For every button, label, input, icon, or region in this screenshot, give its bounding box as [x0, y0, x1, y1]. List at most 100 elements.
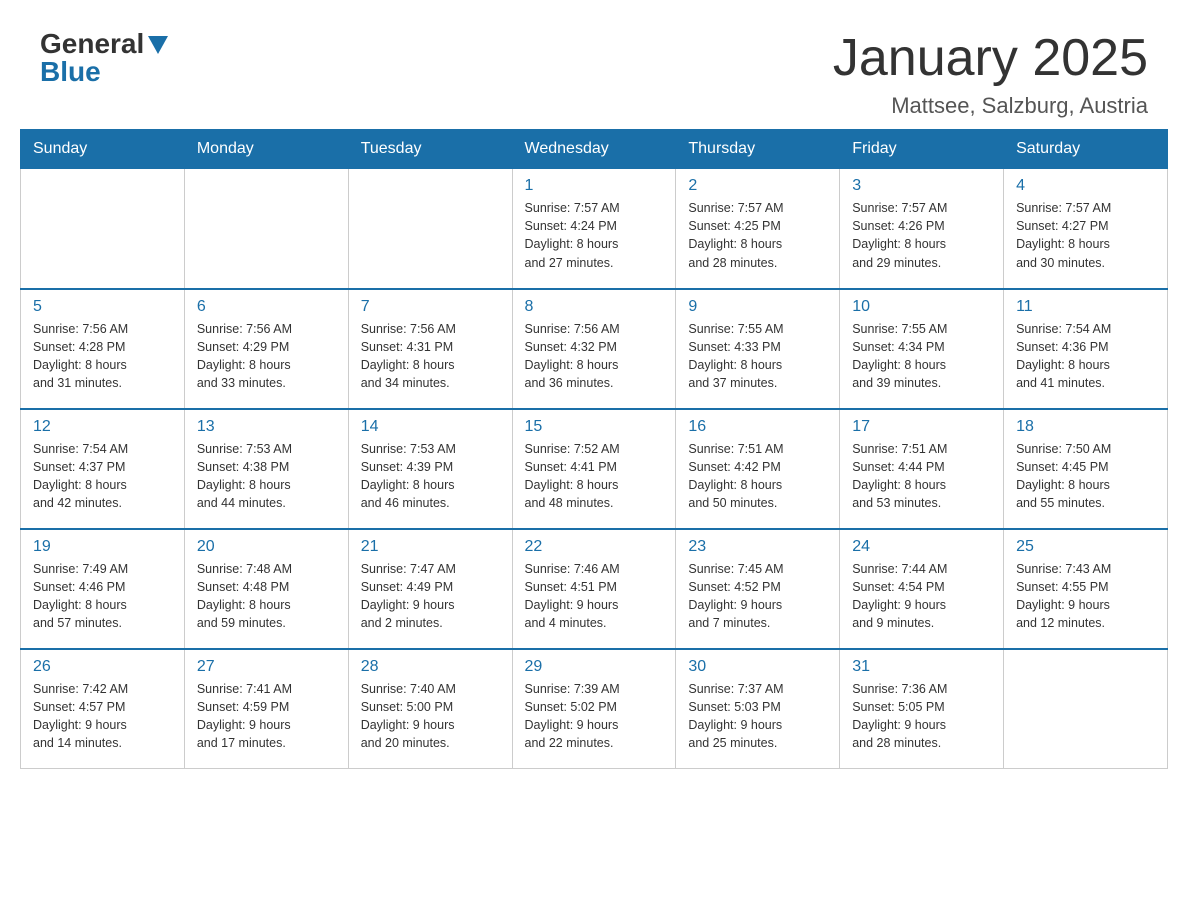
day-number: 19 [33, 538, 172, 556]
day-info: Sunrise: 7:43 AMSunset: 4:55 PMDaylight:… [1016, 560, 1155, 633]
day-info: Sunrise: 7:55 AMSunset: 4:33 PMDaylight:… [688, 320, 827, 393]
day-info: Sunrise: 7:47 AMSunset: 4:49 PMDaylight:… [361, 560, 500, 633]
day-info: Sunrise: 7:51 AMSunset: 4:42 PMDaylight:… [688, 440, 827, 513]
calendar-cell: 24 Sunrise: 7:44 AMSunset: 4:54 PMDayligh… [840, 529, 1004, 649]
day-info: Sunrise: 7:53 AMSunset: 4:38 PMDaylight:… [197, 440, 336, 513]
calendar-cell: 2 Sunrise: 7:57 AMSunset: 4:25 PMDaylight… [676, 169, 840, 289]
calendar-cell: 31Sunrise: 7:36 AMSunset: 5:05 PMDayligh… [840, 649, 1004, 769]
day-number: 14 [361, 418, 500, 436]
day-number: 18 [1016, 418, 1155, 436]
weekday-header-friday: Friday [840, 130, 1004, 169]
day-number: 27 [197, 658, 336, 676]
day-number: 28 [361, 658, 500, 676]
day-number: 25 [1016, 538, 1155, 556]
day-number: 29 [525, 658, 664, 676]
calendar-cell: 1Sunrise: 7:57 AMSunset: 4:24 PMDaylight… [512, 169, 676, 289]
day-info: Sunrise: 7:52 AMSunset: 4:41 PMDaylight:… [525, 440, 664, 513]
calendar-cell: 15 Sunrise: 7:52 AMSunset: 4:41 PMDayligh… [512, 409, 676, 529]
day-number: 3 [852, 177, 991, 195]
calendar-cell: 5Sunrise: 7:56 AMSunset: 4:28 PMDaylight… [21, 289, 185, 409]
day-number: 21 [361, 538, 500, 556]
calendar-cell: 4Sunrise: 7:57 AMSunset: 4:27 PMDaylight… [1004, 169, 1168, 289]
calendar-cell [21, 169, 185, 289]
calendar-subtitle: Mattsee, Salzburg, Austria [833, 93, 1148, 119]
calendar-cell: 22Sunrise: 7:46 AMSunset: 4:51 PMDayligh… [512, 529, 676, 649]
calendar-cell [1004, 649, 1168, 769]
calendar-cell: 16 Sunrise: 7:51 AMSunset: 4:42 PMDayligh… [676, 409, 840, 529]
day-info: Sunrise: 7:41 AMSunset: 4:59 PMDaylight:… [197, 680, 336, 753]
day-info: Sunrise: 7:57 AMSunset: 4:24 PMDaylight:… [525, 199, 664, 272]
calendar-cell: 29 Sunrise: 7:39 AMSunset: 5:02 PMDayligh… [512, 649, 676, 769]
day-number: 4 [1016, 177, 1155, 195]
page-header: General Blue January 2025 Mattsee, Salzb… [0, 0, 1188, 129]
calendar-week-row: 1Sunrise: 7:57 AMSunset: 4:24 PMDaylight… [21, 169, 1168, 289]
calendar-cell: 14Sunrise: 7:53 AMSunset: 4:39 PMDayligh… [348, 409, 512, 529]
day-number: 9 [688, 298, 827, 316]
logo: General Blue [40, 30, 168, 86]
day-number: 26 [33, 658, 172, 676]
day-number: 12 [33, 418, 172, 436]
calendar-title: January 2025 [833, 30, 1148, 87]
day-number: 10 [852, 298, 991, 316]
calendar-cell: 30Sunrise: 7:37 AMSunset: 5:03 PMDayligh… [676, 649, 840, 769]
title-section: January 2025 Mattsee, Salzburg, Austria [833, 30, 1148, 119]
calendar-cell: 17 Sunrise: 7:51 AMSunset: 4:44 PMDayligh… [840, 409, 1004, 529]
weekday-header-monday: Monday [184, 130, 348, 169]
logo-general-text: General [40, 28, 144, 59]
calendar-cell: 27 Sunrise: 7:41 AMSunset: 4:59 PMDayligh… [184, 649, 348, 769]
weekday-header-wednesday: Wednesday [512, 130, 676, 169]
calendar-body: 1Sunrise: 7:57 AMSunset: 4:24 PMDaylight… [21, 169, 1168, 769]
calendar-cell: 7 Sunrise: 7:56 AMSunset: 4:31 PMDaylight… [348, 289, 512, 409]
day-info: Sunrise: 7:54 AMSunset: 4:37 PMDaylight:… [33, 440, 172, 513]
day-number: 20 [197, 538, 336, 556]
day-number: 2 [688, 177, 827, 195]
calendar-cell [184, 169, 348, 289]
day-number: 11 [1016, 298, 1155, 316]
calendar-cell: 3 Sunrise: 7:57 AMSunset: 4:26 PMDaylight… [840, 169, 1004, 289]
weekday-header-tuesday: Tuesday [348, 130, 512, 169]
day-number: 6 [197, 298, 336, 316]
calendar-cell: 21 Sunrise: 7:47 AMSunset: 4:49 PMDayligh… [348, 529, 512, 649]
weekday-header-thursday: Thursday [676, 130, 840, 169]
day-number: 8 [525, 298, 664, 316]
day-number: 17 [852, 418, 991, 436]
calendar-cell: 8 Sunrise: 7:56 AMSunset: 4:32 PMDaylight… [512, 289, 676, 409]
calendar-cell: 18Sunrise: 7:50 AMSunset: 4:45 PMDayligh… [1004, 409, 1168, 529]
calendar-container: SundayMondayTuesdayWednesdayThursdayFrid… [0, 129, 1188, 789]
day-info: Sunrise: 7:57 AMSunset: 4:25 PMDaylight:… [688, 199, 827, 272]
calendar-week-row: 12 Sunrise: 7:54 AMSunset: 4:37 PMDayligh… [21, 409, 1168, 529]
day-number: 7 [361, 298, 500, 316]
day-info: Sunrise: 7:40 AMSunset: 5:00 PMDaylight:… [361, 680, 500, 753]
day-info: Sunrise: 7:57 AMSunset: 4:26 PMDaylight:… [852, 199, 991, 272]
day-info: Sunrise: 7:51 AMSunset: 4:44 PMDaylight:… [852, 440, 991, 513]
day-info: Sunrise: 7:55 AMSunset: 4:34 PMDaylight:… [852, 320, 991, 393]
day-number: 30 [688, 658, 827, 676]
weekday-header-sunday: Sunday [21, 130, 185, 169]
day-number: 15 [525, 418, 664, 436]
calendar-week-row: 19Sunrise: 7:49 AMSunset: 4:46 PMDayligh… [21, 529, 1168, 649]
calendar-cell: 19Sunrise: 7:49 AMSunset: 4:46 PMDayligh… [21, 529, 185, 649]
day-number: 16 [688, 418, 827, 436]
calendar-cell: 11 Sunrise: 7:54 AMSunset: 4:36 PMDayligh… [1004, 289, 1168, 409]
day-info: Sunrise: 7:56 AMSunset: 4:29 PMDaylight:… [197, 320, 336, 393]
day-number: 13 [197, 418, 336, 436]
day-info: Sunrise: 7:42 AMSunset: 4:57 PMDaylight:… [33, 680, 172, 753]
day-number: 23 [688, 538, 827, 556]
day-info: Sunrise: 7:39 AMSunset: 5:02 PMDaylight:… [525, 680, 664, 753]
day-number: 31 [852, 658, 991, 676]
calendar-cell: 6 Sunrise: 7:56 AMSunset: 4:29 PMDaylight… [184, 289, 348, 409]
day-info: Sunrise: 7:56 AMSunset: 4:32 PMDaylight:… [525, 320, 664, 393]
day-info: Sunrise: 7:44 AMSunset: 4:54 PMDaylight:… [852, 560, 991, 633]
day-info: Sunrise: 7:54 AMSunset: 4:36 PMDaylight:… [1016, 320, 1155, 393]
day-number: 22 [525, 538, 664, 556]
calendar-week-row: 26 Sunrise: 7:42 AMSunset: 4:57 PMDayligh… [21, 649, 1168, 769]
calendar-cell: 20Sunrise: 7:48 AMSunset: 4:48 PMDayligh… [184, 529, 348, 649]
calendar-table: SundayMondayTuesdayWednesdayThursdayFrid… [20, 129, 1168, 769]
logo-triangle-icon [148, 36, 168, 54]
day-number: 24 [852, 538, 991, 556]
calendar-cell: 10 Sunrise: 7:55 AMSunset: 4:34 PMDayligh… [840, 289, 1004, 409]
logo-top: General [40, 30, 168, 58]
calendar-cell: 28 Sunrise: 7:40 AMSunset: 5:00 PMDayligh… [348, 649, 512, 769]
logo-blue-text: Blue [40, 58, 101, 86]
day-info: Sunrise: 7:56 AMSunset: 4:31 PMDaylight:… [361, 320, 500, 393]
